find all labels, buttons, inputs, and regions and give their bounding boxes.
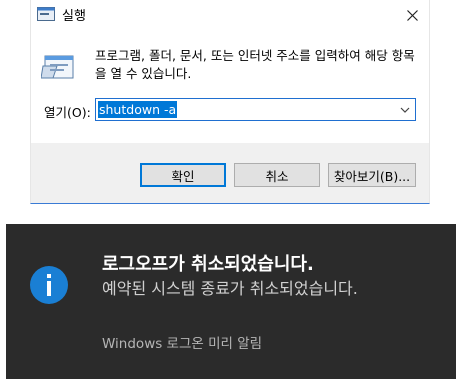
cancel-button[interactable]: 취소 <box>234 163 320 187</box>
toast-notification[interactable]: 로그오프가 취소되었습니다. 예약된 시스템 종료가 취소되었습니다. Wind… <box>6 224 456 379</box>
notification-body: 예약된 시스템 종료가 취소되었습니다. <box>102 279 358 298</box>
chevron-down-icon[interactable] <box>399 104 411 116</box>
ok-button[interactable]: 확인 <box>140 163 226 187</box>
info-glyph <box>47 274 51 296</box>
notification-source: Windows 로그온 미리 알림 <box>102 336 263 352</box>
title-bar: 실행 <box>31 0 431 30</box>
open-input-value[interactable]: shutdown -a <box>98 101 178 118</box>
browse-button[interactable]: 찾아보기(B)... <box>328 163 416 187</box>
notification-title: 로그오프가 취소되었습니다. <box>102 254 314 275</box>
info-icon <box>30 266 68 304</box>
run-program-icon <box>41 55 74 79</box>
button-area: 확인 취소 찾아보기(B)... <box>31 143 429 203</box>
run-icon <box>37 7 55 21</box>
run-description: 프로그램, 폴더, 문서, 또는 인터넷 주소를 입력하여 해당 항목을 열 수… <box>95 48 415 81</box>
window-title: 실행 <box>62 9 86 24</box>
close-button[interactable] <box>393 0 431 30</box>
run-dialog: 실행 프로그램, 폴더, 문서, 또는 인터넷 주소를 입력하여 해당 항목을 … <box>30 0 430 204</box>
open-combobox[interactable]: shutdown -a <box>95 98 416 121</box>
close-icon <box>406 9 418 21</box>
open-label: 열기(O): <box>44 105 91 120</box>
